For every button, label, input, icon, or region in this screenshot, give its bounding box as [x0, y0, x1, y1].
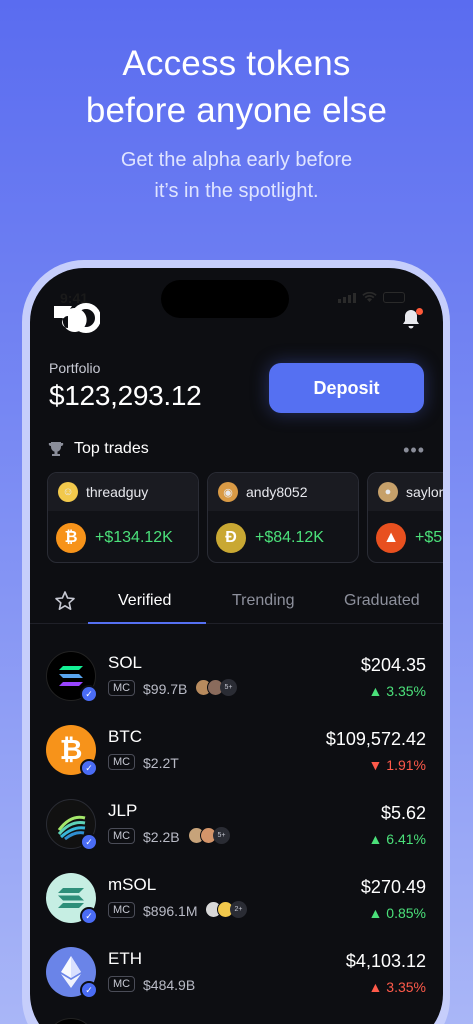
top-trades-title: Top trades	[74, 440, 149, 457]
token-row[interactable]: ✓ SOL MC $99.7B 5+ $204.35 ▲ 3.35%	[30, 643, 443, 717]
market-cap-value: $99.7B	[143, 681, 188, 697]
price-change: ▼ 1.91%	[368, 757, 426, 773]
market-cap-value: $484.9B	[143, 977, 196, 993]
market-cap-value: $2.2T	[143, 755, 179, 771]
hero-title: Access tokens before anyone else	[0, 40, 473, 134]
more-options-button[interactable]: •••	[403, 440, 425, 461]
trade-card-header: ◉ andy8052	[208, 473, 358, 511]
wifi-icon	[362, 292, 377, 302]
holders-avatars: 5+	[195, 679, 237, 696]
trade-username: saylor	[406, 484, 443, 500]
trade-card[interactable]: ◉ andy8052 Ð +$84.12K	[207, 472, 359, 563]
trade-card-header: ☺ threadguy	[48, 473, 198, 511]
price-change: ▲ 3.35%	[368, 979, 426, 995]
hero-subtitle-line1: Get the alpha early before	[120, 149, 353, 171]
trade-card-body: ▲ +$56	[368, 511, 443, 562]
trophy-icon	[48, 442, 64, 456]
token-symbol: ETH	[108, 949, 142, 968]
mc-badge: MC	[108, 902, 136, 918]
token-price: $270.49	[360, 877, 426, 897]
token-row[interactable]: ₿ ✓ BTC MC $2.2T $109,572.42 ▼ 1.91%	[30, 717, 443, 791]
battery-icon	[383, 292, 405, 303]
tab-active-indicator	[88, 622, 206, 624]
tab-verified[interactable]: Verified	[118, 592, 171, 610]
tab-trending[interactable]: Trending	[232, 592, 295, 610]
trade-username: threadguy	[86, 484, 149, 500]
trade-card[interactable]: ● saylor ▲ +$56	[367, 472, 443, 563]
hero-title-line1: Access tokens	[122, 44, 351, 83]
notification-dot	[416, 308, 423, 315]
verified-badge-icon: ✓	[80, 907, 98, 925]
holders-avatars: 2+	[205, 901, 247, 918]
verified-badge-icon: ✓	[80, 833, 98, 851]
mc-badge: MC	[108, 828, 136, 844]
hero-title-line2: before anyone else	[85, 91, 388, 130]
token-row[interactable]: ✓ JLP MC $2.2B 5+ $5.62 ▲ 6.41%	[30, 791, 443, 865]
token-symbol: mSOL	[108, 875, 157, 894]
price-change: ▲ 0.85%	[368, 905, 426, 921]
holders-avatars: 5+	[188, 827, 230, 844]
trade-gain: +$84.12K	[255, 528, 324, 546]
market-cap-value: $896.1M	[143, 903, 198, 919]
verified-badge-icon: ✓	[80, 981, 98, 999]
trade-card-body: Ð +$84.12K	[208, 511, 358, 562]
price-change: ▲ 3.35%	[368, 683, 426, 699]
verified-badge-icon: ✓	[80, 685, 98, 703]
shiba-icon: ▲	[376, 522, 406, 553]
user-avatar: ◉	[218, 482, 238, 502]
dynamic-island	[161, 280, 289, 318]
token-symbol: JLP	[108, 801, 138, 820]
hero-subtitle-line2: it’s in the spotlight.	[154, 180, 319, 202]
token-row[interactable]: ✓ ETH MC $484.9B $4,103.12 ▲ 3.35%	[30, 939, 443, 1013]
tab-graduated[interactable]: Graduated	[344, 592, 420, 610]
top-trades-header: Top trades	[47, 440, 149, 458]
favorites-star-icon[interactable]	[54, 590, 76, 612]
signal-icon	[338, 292, 356, 303]
trade-card-header: ● saylor	[368, 473, 443, 511]
holders-more-count: 5+	[220, 679, 237, 696]
portfolio-label: Portfolio	[49, 360, 101, 376]
token-price: $204.35	[360, 655, 426, 675]
mc-badge: MC	[108, 976, 136, 992]
bitcoin-icon: ₿	[56, 522, 86, 553]
token-price: $4,103.12	[345, 951, 426, 971]
token-price: $109,572.42	[325, 729, 426, 749]
hero-subtitle: Get the alpha early before it’s in the s…	[0, 145, 473, 207]
phone-screen: 9:41 Portfolio $123,293.12 Deposit Top t…	[30, 268, 443, 1024]
user-avatar: ●	[378, 482, 398, 502]
verified-badge-icon: ✓	[80, 759, 98, 777]
holders-more-count: 5+	[213, 827, 230, 844]
partial-token-icon	[46, 1018, 96, 1024]
portfolio-value: $123,293.12	[49, 380, 202, 411]
notifications-button[interactable]	[401, 308, 423, 330]
dogecoin-icon: Ð	[216, 522, 246, 553]
deposit-button[interactable]: Deposit	[269, 363, 424, 413]
mc-badge: MC	[108, 754, 136, 770]
user-avatar: ☺	[58, 482, 78, 502]
token-symbol: SOL	[108, 653, 143, 672]
mc-badge: MC	[108, 680, 136, 696]
trade-username: andy8052	[246, 484, 308, 500]
token-tabs: Verified Trending Graduated	[30, 578, 443, 624]
market-cap-value: $2.2B	[143, 829, 180, 845]
token-row[interactable]: ✓ mSOL MC $896.1M 2+ $270.49 ▲ 0.85%	[30, 865, 443, 939]
trade-gain: +$56	[415, 528, 443, 546]
holders-more-count: 2+	[230, 901, 247, 918]
trade-gain: +$134.12K	[95, 528, 173, 546]
app-logo-icon	[54, 303, 100, 333]
price-change: ▲ 6.41%	[368, 831, 426, 847]
token-price: $5.62	[380, 803, 426, 823]
trade-card-body: ₿ +$134.12K	[48, 511, 198, 562]
token-symbol: BTC	[108, 727, 142, 746]
status-icons	[338, 292, 405, 303]
trade-card[interactable]: ☺ threadguy ₿ +$134.12K	[47, 472, 199, 563]
